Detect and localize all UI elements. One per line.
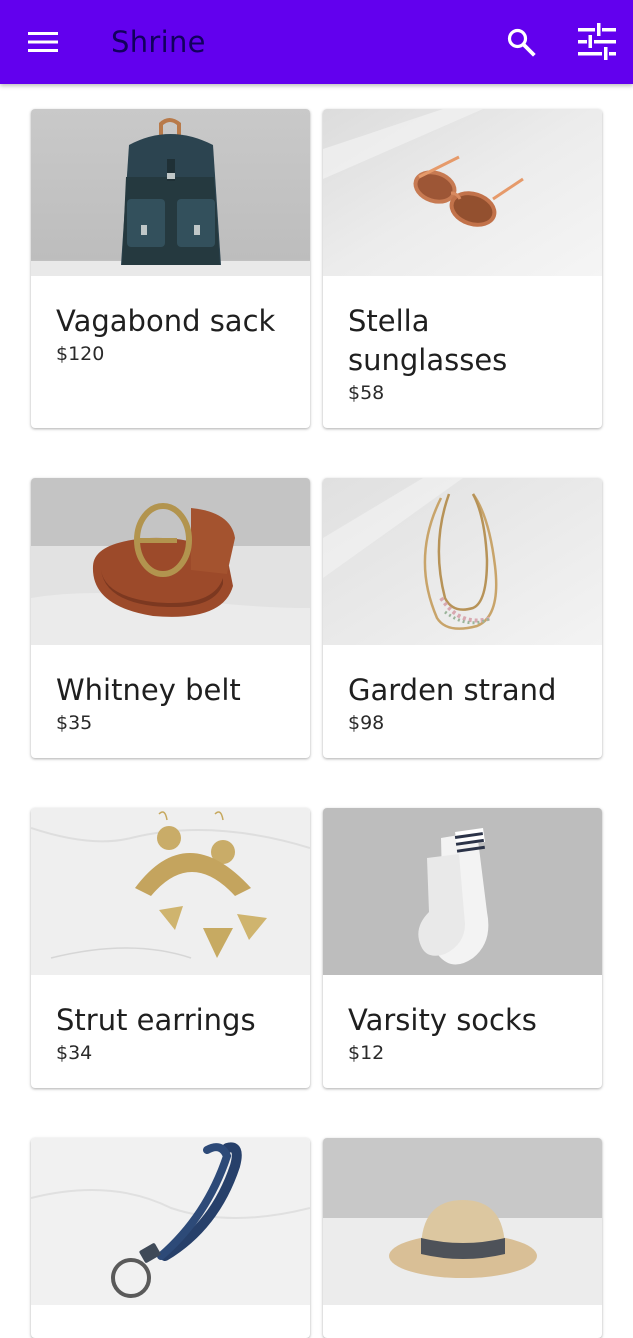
- product-name: Varsity socks: [348, 1003, 537, 1037]
- product-price: $120: [56, 343, 105, 365]
- product-name: Strut earrings: [56, 1003, 256, 1037]
- product-price: $34: [56, 1042, 93, 1064]
- product-image-necklace: [323, 478, 602, 645]
- product-name: Garden strand: [348, 673, 557, 707]
- product-image-earrings: [31, 808, 310, 975]
- top-app-bar: Shrine: [0, 0, 633, 84]
- app-title: Shrine: [111, 25, 206, 59]
- product-price: $35: [56, 712, 93, 734]
- product-price: $12: [348, 1042, 385, 1064]
- product-card[interactable]: [323, 1138, 602, 1338]
- search-icon: [507, 28, 536, 57]
- product-card[interactable]: Strut earrings $34: [31, 808, 310, 1088]
- product-price: $58: [348, 382, 385, 404]
- filter-button[interactable]: [570, 15, 624, 69]
- product-image-sunglasses: [323, 109, 602, 276]
- product-name: Whitney belt: [56, 673, 241, 707]
- product-name: Stella sunglasses: [348, 304, 508, 377]
- menu-button[interactable]: [18, 17, 68, 67]
- product-card[interactable]: Garden strand $98: [323, 478, 602, 758]
- menu-icon: [28, 32, 58, 52]
- product-card[interactable]: [31, 1138, 310, 1338]
- product-card[interactable]: Whitney belt $35: [31, 478, 310, 758]
- tune-icon: [578, 23, 616, 60]
- product-card[interactable]: Stella sunglasses $58: [323, 109, 602, 428]
- product-name: Vagabond sack: [56, 304, 276, 338]
- product-price: $98: [348, 712, 385, 734]
- product-card[interactable]: Varsity socks $12: [323, 808, 602, 1088]
- search-button[interactable]: [496, 17, 546, 67]
- product-image-socks: [323, 808, 602, 975]
- product-image-backpack: [31, 109, 310, 276]
- product-card[interactable]: Vagabond sack $120: [31, 109, 310, 428]
- product-image-belt: [31, 478, 310, 645]
